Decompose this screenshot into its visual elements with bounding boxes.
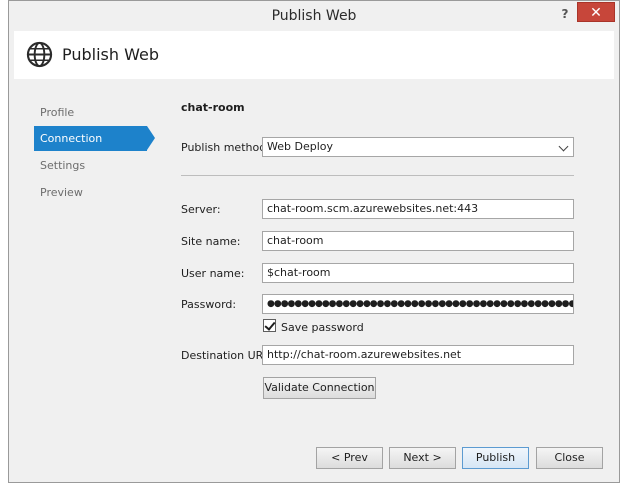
sidebar-item-connection[interactable]: Connection [34,126,147,151]
user-name-label: User name: [181,267,245,280]
next-button[interactable]: Next > [389,447,456,469]
checkmark-icon [264,319,276,331]
globe-icon [26,41,53,68]
password-label: Password: [181,298,237,311]
publish-web-dialog: Publish Web ? ✕ Publish Web Profile Conn… [8,0,620,483]
site-name-label: Site name: [181,235,241,248]
separator [181,175,574,176]
user-name-input[interactable]: $chat-room [262,263,574,283]
sidebar-item-profile[interactable]: Profile [34,100,147,125]
active-item-arrow [147,126,155,150]
dialog-header: Publish Web [14,31,614,79]
validate-connection-button[interactable]: Validate Connection [263,377,376,399]
password-input[interactable]: ●●●●●●●●●●●●●●●●●●●●●●●●●●●●●●●●●●●●●●●●… [262,294,574,314]
chevron-down-icon [558,141,569,152]
site-name-input[interactable]: chat-room [262,231,574,251]
destination-url-label: Destination URL: [181,349,274,362]
window-title: Publish Web [271,8,357,24]
save-password-label[interactable]: Save password [281,321,364,334]
close-window-button[interactable]: ✕ [577,2,615,22]
server-input[interactable]: chat-room.scm.azurewebsites.net:443 [262,199,574,219]
header-title: Publish Web [62,45,159,64]
prev-button[interactable]: < Prev [316,447,383,469]
profile-name: chat-room [181,101,245,114]
publish-button[interactable]: Publish [462,447,529,469]
close-button[interactable]: Close [536,447,603,469]
sidebar-item-settings[interactable]: Settings [34,153,147,178]
sidebar-item-preview[interactable]: Preview [34,180,147,205]
help-button[interactable]: ? [555,5,575,23]
title-bar[interactable]: Publish Web ? ✕ [9,1,619,31]
save-password-checkbox[interactable] [263,319,276,332]
publish-method-select[interactable]: Web Deploy [262,137,574,157]
publish-method-value: Web Deploy [267,140,333,153]
publish-method-label: Publish method: [181,141,270,154]
destination-url-input[interactable]: http://chat-room.azurewebsites.net [262,345,574,365]
server-label: Server: [181,203,221,216]
